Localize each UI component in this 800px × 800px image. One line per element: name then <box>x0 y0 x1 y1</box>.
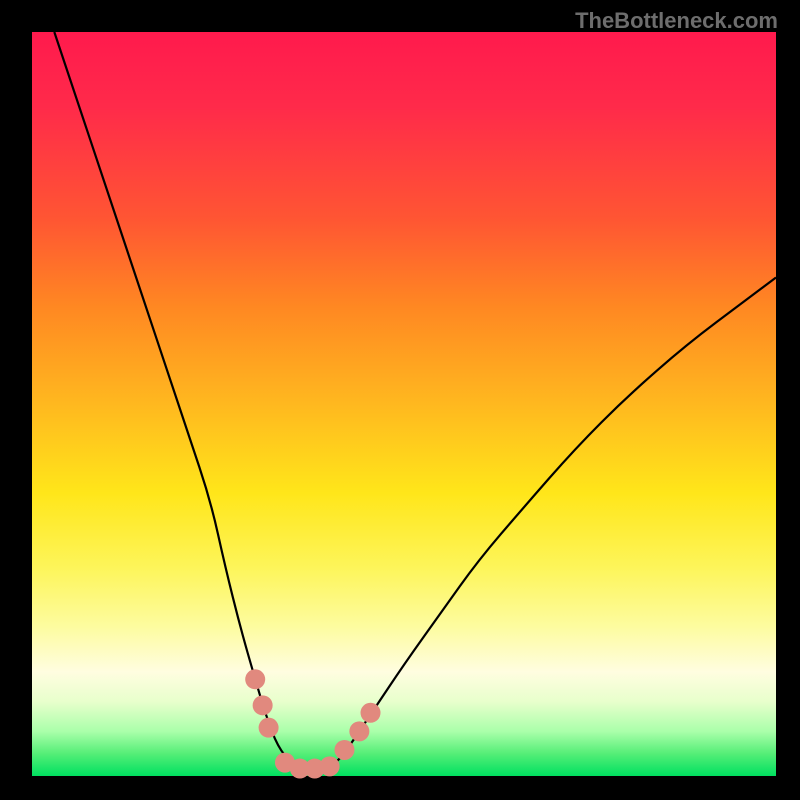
plot-area <box>32 32 776 776</box>
curve-marker <box>349 721 369 741</box>
bottleneck-curve-svg <box>32 32 776 776</box>
watermark-label: TheBottleneck.com <box>575 8 778 34</box>
curve-marker <box>259 718 279 738</box>
curve-marker <box>320 756 340 776</box>
curve-marker <box>253 695 273 715</box>
curve-marker <box>361 703 381 723</box>
curve-marker-group <box>245 669 380 778</box>
curve-marker <box>245 669 265 689</box>
bottleneck-curve <box>54 32 776 770</box>
curve-marker <box>334 740 354 760</box>
chart-container: TheBottleneck.com <box>0 0 800 800</box>
